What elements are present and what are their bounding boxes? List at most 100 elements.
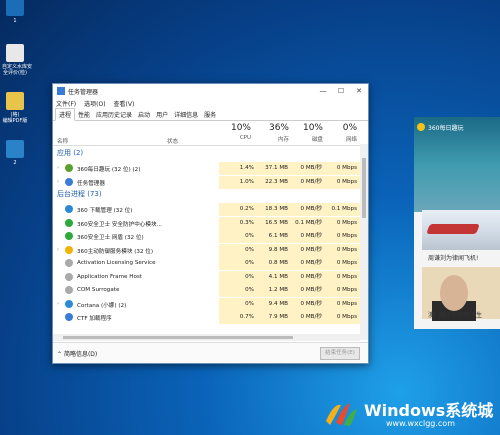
process-icon	[65, 218, 73, 227]
table-row[interactable]: › 任务管理器 1.0% 22.3 MB 0 MB/秒 0 Mbps	[53, 175, 360, 189]
table-row[interactable]: › 360主动防御服务模块 (32 位) 0% 9.8 MB 0 MB/秒 0 Mbps	[53, 243, 360, 257]
cell-disk: 0 MB/秒	[291, 311, 325, 324]
tab-startup[interactable]: 启动	[135, 109, 153, 120]
desktop-icon-pdf[interactable]: (格) 编辑PDF版	[2, 92, 28, 124]
process-name: CTF 加载程序	[77, 316, 112, 322]
col-disk-pct[interactable]: 10%	[291, 123, 323, 133]
cell-cpu: 0.2%	[219, 203, 257, 216]
desktop-icon-doc[interactable]: 自定义水库安 全评价(检)	[2, 44, 32, 76]
col-mem-pct[interactable]: 36%	[257, 123, 289, 133]
expand-chevron-icon[interactable]: ›	[57, 247, 59, 253]
tab-details[interactable]: 详细信息	[171, 109, 201, 120]
cell-cpu: 0%	[219, 243, 257, 257]
table-row[interactable]: › 360每日趣玩 (32 位) (2) 1.4% 37.1 MB 0 MB/秒 0 Mb…	[53, 162, 360, 175]
table-row[interactable]: COM Surrogate 0% 1.2 MB 0 MB/秒 0 Mbps	[53, 284, 360, 297]
desktop-icon-2[interactable]: 2	[2, 140, 28, 166]
end-task-button[interactable]: 结束任务(E)	[320, 347, 360, 360]
expand-chevron-icon[interactable]: ›	[57, 165, 59, 171]
news-panel: 360每日趣玩 周谦刘为律闻飞机! 澳门赌王的传奇一生	[414, 117, 500, 329]
table-row[interactable]: › Cortana (小娜) (2) 0% 9.4 MB 0 MB/秒 0 Mbps	[53, 297, 360, 311]
cell-mem: 9.4 MB	[257, 297, 291, 311]
cell-net: 0 Mbps	[325, 243, 360, 257]
process-icon	[65, 299, 73, 308]
cell-net: 0 Mbps	[325, 230, 360, 243]
process-name: 360每日趣玩 (32 位) (2)	[77, 167, 141, 173]
cell-mem: 22.3 MB	[257, 175, 291, 189]
menu-file[interactable]: 文件(F)	[56, 99, 76, 108]
desktop-icon-label: (格) 编辑PDF版	[2, 112, 28, 124]
tab-strip: 进程 性能 应用历史记录 启动 用户 详细信息 服务	[53, 108, 368, 121]
cell-net: 0 Mbps	[325, 216, 360, 230]
tab-users[interactable]: 用户	[153, 109, 171, 120]
table-row[interactable]: 360 下载管理 (32 位) 0.2% 18.3 MB 0 MB/秒 0.1 Mbps	[53, 203, 360, 216]
table-row[interactable]: 360安全卫士 网盾 (32 位) 0% 6.1 MB 0 MB/秒 0 Mbps	[53, 230, 360, 243]
group-header: 后台进程 (73)	[57, 190, 102, 198]
scroll-thumb[interactable]	[63, 336, 293, 339]
cell-net: 0 Mbps	[325, 257, 360, 270]
tab-services[interactable]: 服务	[201, 109, 219, 120]
expand-chevron-icon[interactable]: ›	[57, 179, 59, 185]
expand-chevron-icon[interactable]: ›	[57, 301, 59, 307]
cell-cpu: 0%	[219, 230, 257, 243]
process-name: 360安全卫士 网盾 (32 位)	[77, 235, 144, 241]
cell-disk: 0 MB/秒	[291, 284, 325, 297]
menu-bar: 文件(F) 选项(O) 查看(V)	[53, 98, 368, 109]
title-bar[interactable]: 任务管理器 — ☐ ✕	[53, 84, 368, 98]
footer: ⌃ 简略信息(D) 结束任务(E)	[53, 342, 368, 363]
process-name: 360主动防御服务模块 (32 位)	[77, 248, 154, 255]
cell-net: 0.1 Mbps	[325, 203, 360, 216]
col-cpu-label: CPU	[239, 135, 251, 141]
menu-options[interactable]: 选项(O)	[84, 99, 105, 108]
news-caption-1[interactable]: 周谦刘为律闻飞机!	[428, 253, 478, 262]
cell-mem: 4.1 MB	[257, 270, 291, 284]
cell-cpu: 0.3%	[219, 216, 257, 230]
col-cpu-pct[interactable]: 10%	[219, 123, 251, 133]
table-row[interactable]: CTF 加载程序 0.7% 7.9 MB 0 MB/秒 0 Mbps	[53, 311, 360, 324]
cell-cpu: 1.4%	[219, 162, 257, 175]
table-row[interactable]: 360安全卫士 安全防护中心模块... 0.3% 16.5 MB 0.1 MB/秒 0 …	[53, 216, 360, 230]
cell-cpu: 0%	[219, 284, 257, 297]
process-name: Activation Licensing Service	[77, 260, 156, 266]
cell-disk: 0.1 MB/秒	[291, 216, 325, 230]
col-status[interactable]: 状态	[167, 137, 178, 145]
cell-disk: 0 MB/秒	[291, 257, 325, 270]
cell-mem: 1.2 MB	[257, 284, 291, 297]
minimize-icon[interactable]: —	[314, 87, 332, 95]
cell-net: 0 Mbps	[325, 297, 360, 311]
cell-cpu: 1.0%	[219, 175, 257, 189]
tab-performance[interactable]: 性能	[75, 109, 93, 120]
cell-net: 0 Mbps	[325, 270, 360, 284]
maximize-icon[interactable]: ☐	[332, 87, 350, 95]
scroll-thumb[interactable]	[362, 158, 366, 218]
cell-disk: 0 MB/秒	[291, 162, 325, 175]
horizontal-scrollbar[interactable]	[53, 334, 360, 341]
desktop-icon-1[interactable]: 1	[2, 0, 28, 24]
news-caption-2[interactable]: 澳门赌王的传奇一生	[428, 310, 482, 319]
close-icon[interactable]: ✕	[350, 87, 368, 95]
menu-view[interactable]: 查看(V)	[114, 99, 135, 108]
fewer-details-button[interactable]: ⌃ 简略信息(D)	[57, 349, 97, 358]
process-list: 应用 (2) › 360每日趣玩 (32 位) (2) 1.4% 37.1 MB 0 MB…	[53, 146, 368, 326]
col-net-pct[interactable]: 0%	[325, 123, 357, 133]
task-manager-window: 任务管理器 — ☐ ✕ 文件(F) 选项(O) 查看(V) 进程 性能 应用历史…	[52, 83, 369, 364]
process-icon	[65, 232, 73, 240]
face-icon	[440, 275, 468, 311]
desktop-icon-label: 1	[13, 18, 17, 24]
process-icon	[65, 164, 73, 172]
tab-app-history[interactable]: 应用历史记录	[93, 109, 135, 120]
news-title: 360每日趣玩	[428, 125, 464, 132]
col-disk-label: 磁盘	[311, 137, 323, 143]
vertical-scrollbar[interactable]	[360, 144, 368, 340]
app-logo-icon	[417, 123, 425, 131]
table-row[interactable]: Activation Licensing Service 0% 0.8 MB 0 MB…	[53, 257, 360, 270]
column-header: 名称 状态 10% CPU 36% 内存 10% 磁盘 0% 网络	[53, 121, 368, 146]
tab-processes[interactable]: 进程	[55, 108, 76, 121]
cell-mem: 6.1 MB	[257, 230, 291, 243]
process-icon	[65, 205, 73, 213]
table-row[interactable]: Application Frame Host 0% 4.1 MB 0 MB/秒 0 Mb…	[53, 270, 360, 284]
news-image-plane[interactable]	[422, 210, 500, 250]
col-name[interactable]: 名称	[57, 137, 68, 145]
cell-disk: 0 MB/秒	[291, 297, 325, 311]
process-icon	[65, 259, 73, 267]
desktop-icon-label: 自定义水库安 全评价(检)	[2, 64, 33, 76]
